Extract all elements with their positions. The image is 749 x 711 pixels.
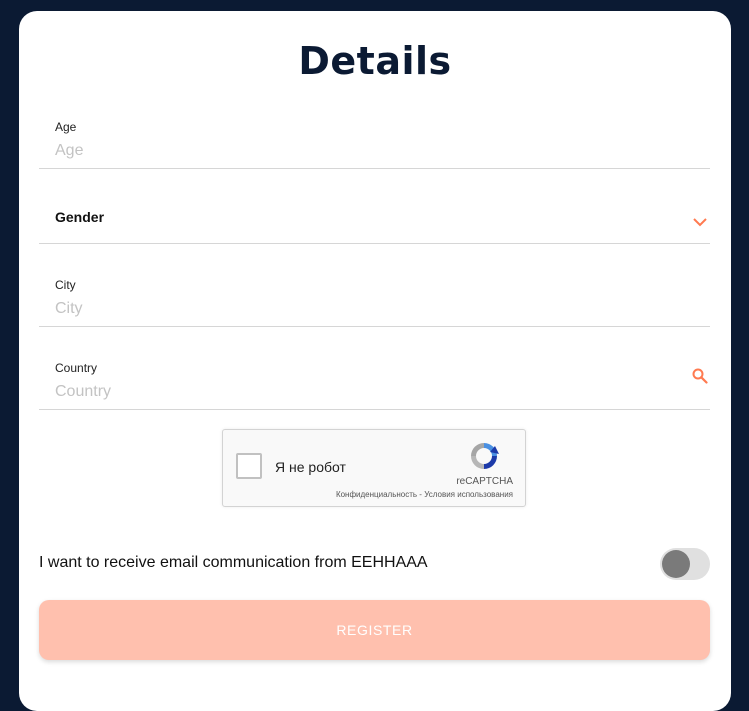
city-label: City bbox=[55, 278, 76, 292]
details-card: Details Age Age Gender City City Country… bbox=[19, 11, 731, 711]
recaptcha-brand: reCAPTCHA bbox=[456, 476, 513, 487]
gender-select[interactable]: Gender bbox=[39, 168, 710, 244]
search-icon[interactable] bbox=[692, 368, 708, 384]
country-field[interactable]: Country Country bbox=[39, 326, 710, 410]
recaptcha-checkbox[interactable] bbox=[236, 453, 262, 479]
recaptcha-label: Я не робот bbox=[275, 459, 346, 475]
country-label: Country bbox=[55, 361, 98, 375]
toggle-knob bbox=[662, 550, 690, 578]
city-field[interactable]: City City bbox=[39, 243, 710, 327]
recaptcha-terms[interactable]: Конфиденциальность - Условия использован… bbox=[336, 490, 513, 499]
page-title: Details bbox=[298, 39, 452, 83]
age-label: Age bbox=[55, 120, 77, 134]
city-input[interactable]: City bbox=[55, 300, 83, 318]
gender-label: Gender bbox=[55, 209, 105, 225]
age-field[interactable]: Age Age bbox=[39, 111, 710, 169]
email-consent-label: I want to receive email communication fr… bbox=[39, 554, 428, 571]
age-input[interactable]: Age bbox=[55, 142, 83, 160]
country-input[interactable]: Country bbox=[55, 383, 111, 401]
recaptcha-logo-icon bbox=[471, 443, 499, 469]
chevron-down-icon[interactable] bbox=[692, 217, 708, 227]
register-button[interactable]: REGISTER bbox=[39, 600, 710, 660]
email-consent-toggle[interactable] bbox=[660, 548, 710, 580]
recaptcha-widget: Я не робот reCAPTCHA Конфиденциальность … bbox=[222, 429, 526, 507]
